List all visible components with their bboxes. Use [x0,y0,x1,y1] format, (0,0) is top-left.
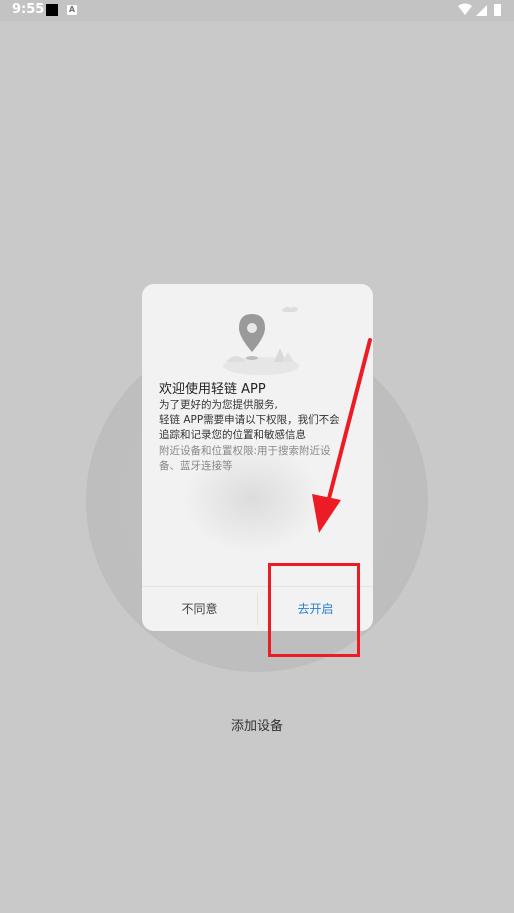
dialog-permission-line: 备、蓝牙连接等 [159,460,233,472]
dialog-title: 欢迎使用轻链 APP [159,382,266,397]
dialog-permission-line: 附近设备和位置权限:用于搜索附近设 [159,445,331,457]
dialog-text-line: 轻链 APP需要申请以下权限，我们不会 [159,414,340,426]
status-bar: 9:55 A [0,0,514,21]
battery-icon [494,4,501,16]
dialog-text-line: 为了更好的为您提供服务, [159,399,278,411]
location-pin-icon [223,306,299,375]
signal-icon [476,5,487,16]
system-icons [458,3,501,16]
wifi-icon [458,3,472,15]
status-time: 9:55 [12,2,45,17]
highlight-box [268,563,360,657]
add-device-button[interactable]: 添加设备 [0,715,514,734]
notification-square-icon [46,4,58,16]
a-icon: A [67,5,77,15]
dialog-text-line: 追踪和记录您的位置和敏感信息 [159,429,306,441]
disagree-button[interactable]: 不同意 [142,587,257,631]
